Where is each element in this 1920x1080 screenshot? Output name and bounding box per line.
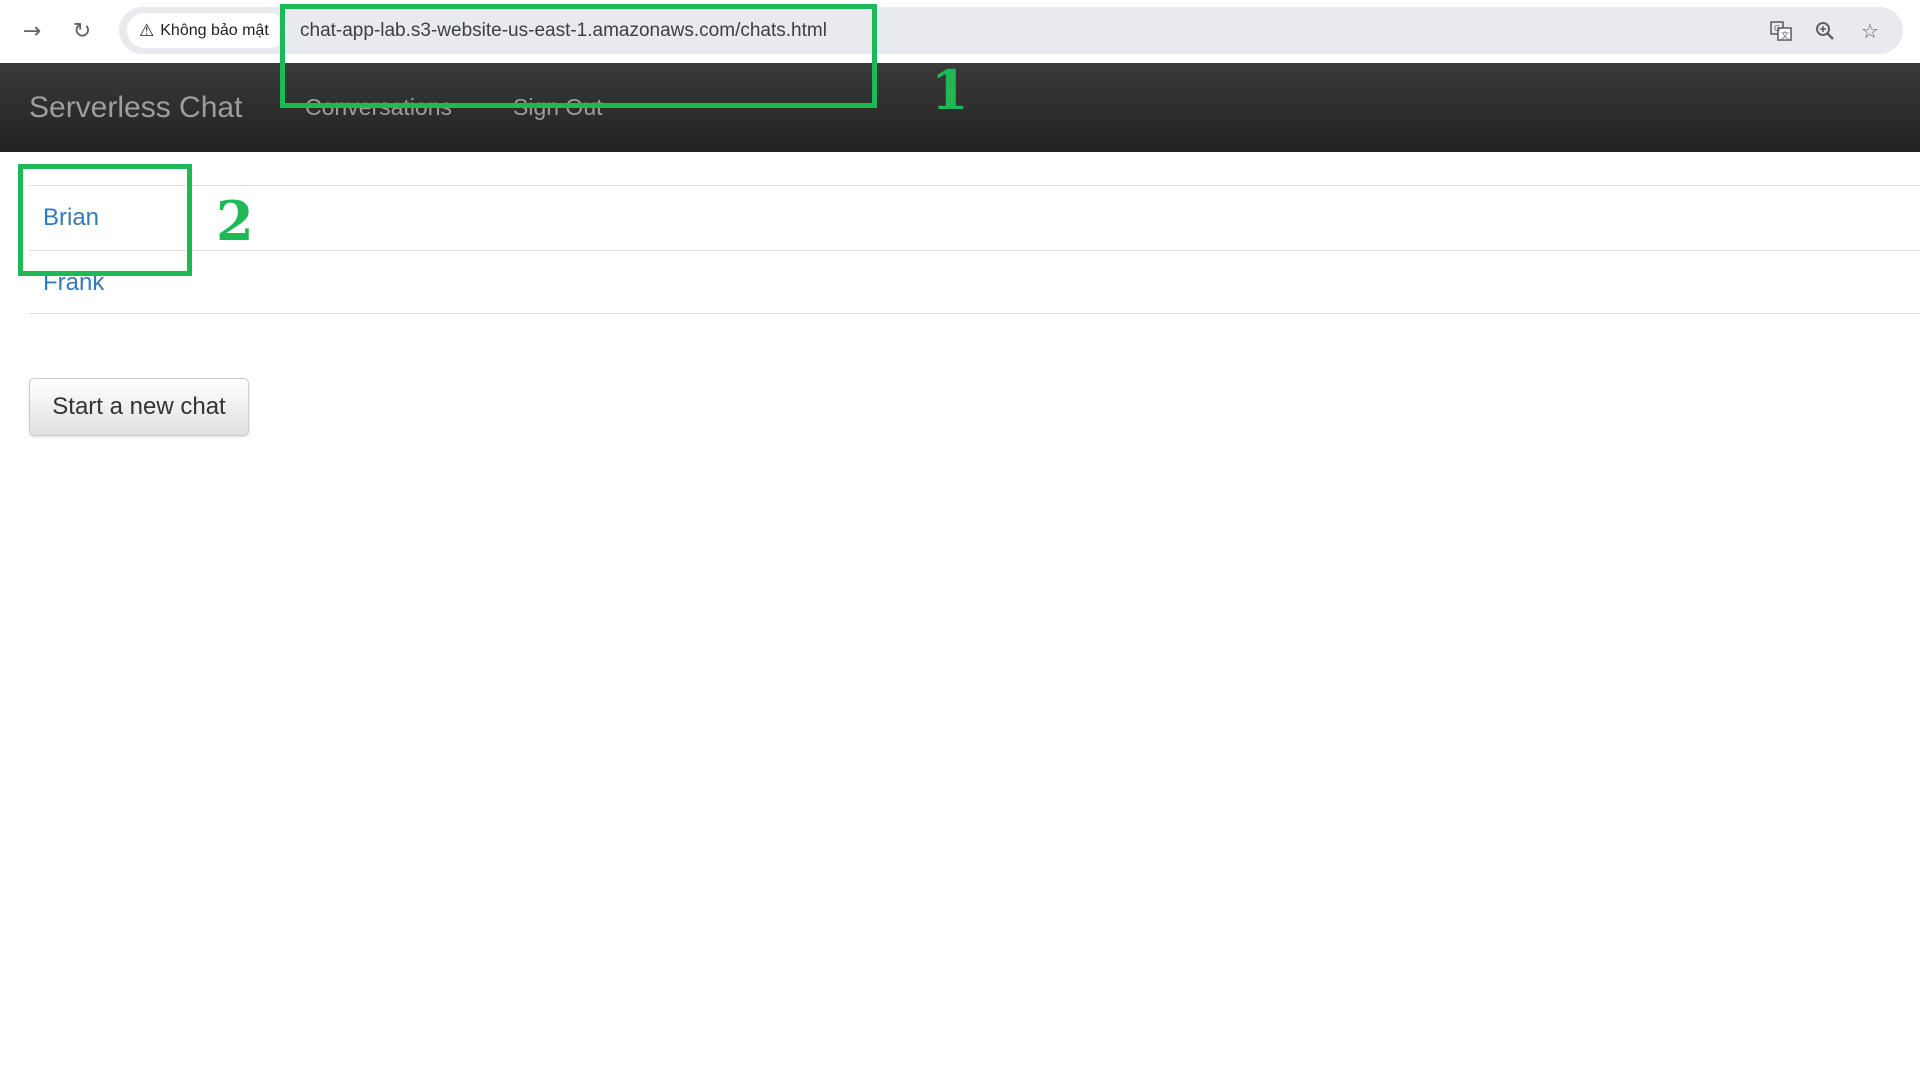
browser-toolbar: → ↻ ⚠ Không bảo mật chat-app-lab.s3-webs… [0, 0, 1920, 63]
conversation-row: Frank [29, 250, 1920, 314]
security-label: Không bảo mật [160, 21, 269, 39]
start-new-chat-button[interactable]: Start a new chat [29, 378, 249, 436]
page: → ↻ ⚠ Không bảo mật chat-app-lab.s3-webs… [0, 0, 1920, 1080]
conversation-link-frank[interactable]: Frank [43, 251, 104, 315]
security-indicator[interactable]: ⚠ Không bảo mật [127, 13, 287, 48]
conversation-row: Brian [29, 185, 1920, 249]
svg-text:G: G [1774, 24, 1780, 33]
svg-text:文: 文 [1781, 30, 1789, 40]
bookmark-star-icon[interactable]: ☆ [1855, 16, 1885, 46]
translate-icon[interactable]: G 文 [1766, 16, 1796, 46]
app-navbar: Serverless Chat Conversations Sign Out [0, 63, 1920, 152]
brand-link[interactable]: Serverless Chat [29, 63, 242, 152]
warning-icon: ⚠ [139, 20, 155, 41]
zoom-icon[interactable] [1810, 16, 1840, 46]
address-bar[interactable]: ⚠ Không bảo mật chat-app-lab.s3-website-… [119, 7, 1903, 54]
nav-conversations[interactable]: Conversations [305, 63, 452, 152]
reload-icon[interactable]: ↻ [62, 11, 102, 51]
url-text[interactable]: chat-app-lab.s3-website-us-east-1.amazon… [300, 7, 827, 54]
forward-icon[interactable]: → [12, 11, 52, 51]
conversation-link-brian[interactable]: Brian [43, 186, 99, 250]
nav-sign-out[interactable]: Sign Out [513, 63, 603, 152]
